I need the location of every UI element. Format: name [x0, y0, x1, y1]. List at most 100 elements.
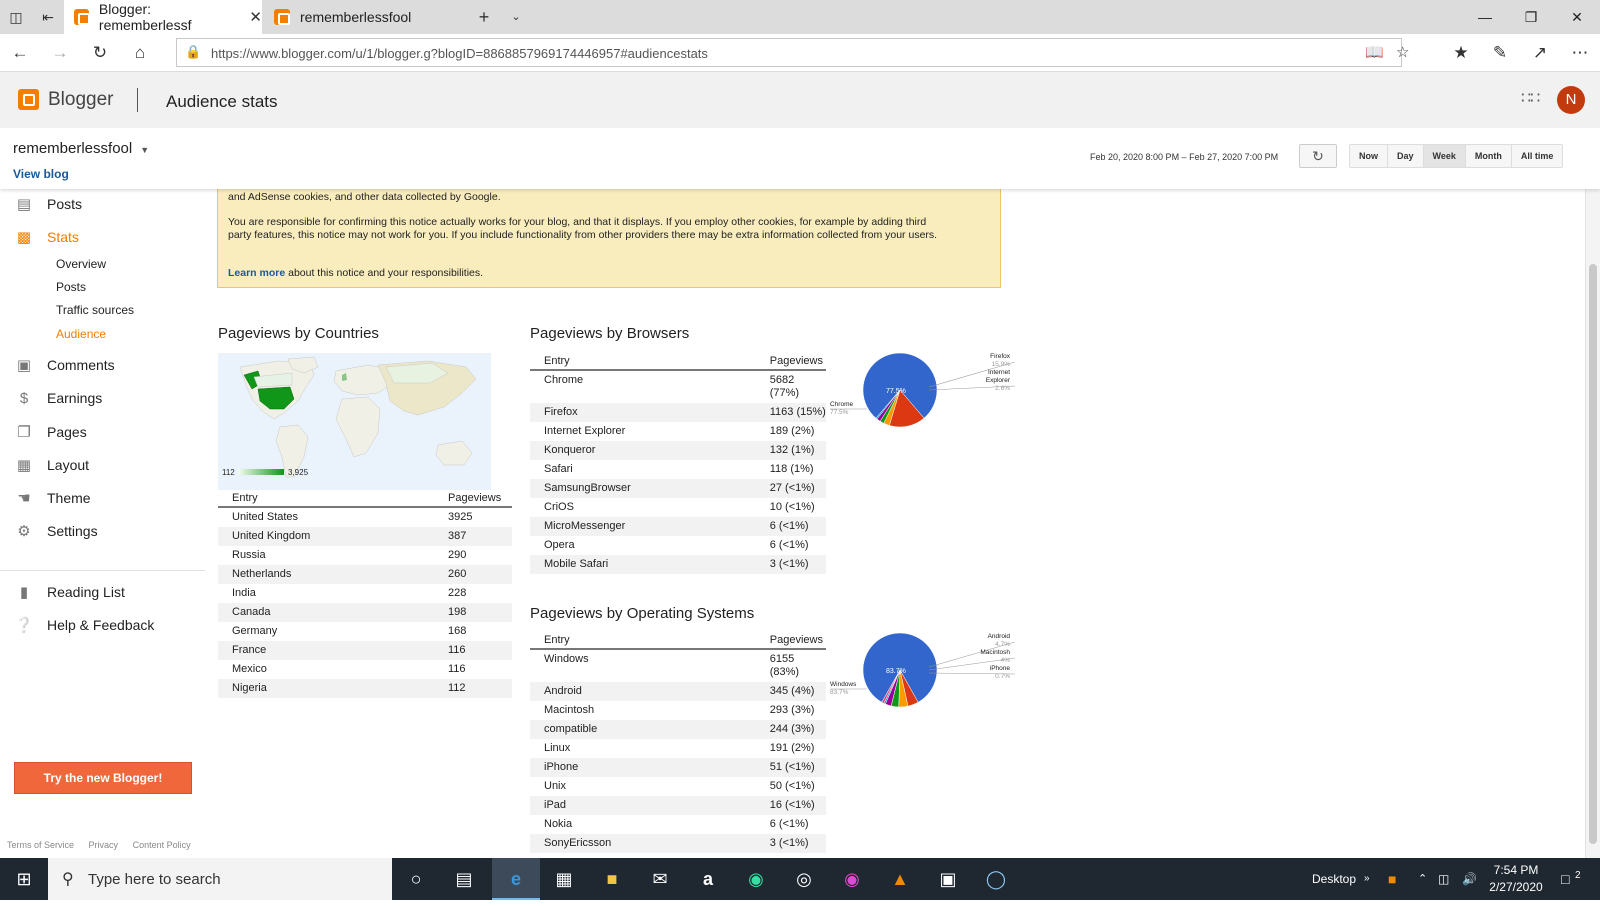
column-header-entry[interactable]: Entry — [218, 490, 434, 508]
edge-icon[interactable]: e — [492, 858, 540, 900]
table-row[interactable]: Nigeria 112 — [218, 679, 512, 698]
table-row[interactable]: India 228 — [218, 584, 512, 603]
sidebar-item-earnings[interactable]: $ Earnings — [0, 387, 102, 409]
pen-icon[interactable]: ✎ — [1489, 42, 1511, 64]
scrollbar-thumb[interactable] — [1589, 264, 1597, 844]
sidebar-item-help[interactable]: ❔ Help & Feedback — [0, 614, 155, 636]
sidebar-item-pages[interactable]: ❐ Pages — [0, 421, 86, 443]
table-row[interactable]: iPhone 51 (<1%) — [530, 758, 826, 777]
page-scrollbar[interactable] — [1585, 189, 1600, 858]
notifications-icon[interactable]: □ — [1561, 858, 1569, 900]
table-row[interactable]: iPad 16 (<1%) — [530, 796, 826, 815]
world-map[interactable]: 112 3,925 — [218, 353, 491, 490]
range-now-button[interactable]: Now — [1350, 145, 1388, 167]
column-header-pageviews[interactable]: Pageviews — [755, 632, 826, 650]
more-icon[interactable]: ⋯ — [1569, 42, 1591, 64]
table-row[interactable]: France 116 — [218, 641, 512, 660]
refresh-icon[interactable]: ↻ — [89, 42, 111, 64]
table-row[interactable]: Nokia 6 (<1%) — [530, 815, 826, 834]
sidebar-item-posts[interactable]: ▤ Posts — [0, 193, 82, 215]
content-policy-link[interactable]: Content Policy — [133, 840, 191, 850]
refresh-stats-button[interactable]: ↻ — [1299, 144, 1337, 168]
terms-link[interactable]: Terms of Service — [7, 840, 74, 850]
sidebar-subitem-overview[interactable]: Overview — [56, 257, 106, 271]
sidebar-item-layout[interactable]: ▦ Layout — [0, 454, 89, 476]
table-row[interactable]: Windows 6155 (83%) — [530, 649, 826, 682]
desktop-toolbar-label[interactable]: Desktop — [1312, 858, 1356, 900]
sidebar-subitem-traffic-sources[interactable]: Traffic sources — [56, 303, 134, 317]
range-alltime-button[interactable]: All time — [1511, 145, 1563, 167]
table-row[interactable]: Chrome 5682 (77%) — [530, 370, 826, 403]
table-row[interactable]: United Kingdom 387 — [218, 527, 512, 546]
paint-icon[interactable]: ◉ — [828, 858, 876, 900]
privacy-link[interactable]: Privacy — [89, 840, 119, 850]
sidebar-subitem-posts[interactable]: Posts — [56, 280, 86, 294]
tab-blog[interactable]: rememberlessfool — [264, 0, 464, 34]
table-row[interactable]: Mexico 116 — [218, 660, 512, 679]
avatar[interactable]: N — [1557, 86, 1585, 114]
favorites-icon[interactable]: ★ — [1450, 42, 1472, 64]
range-month-button[interactable]: Month — [1465, 145, 1512, 167]
tab-blogger-stats[interactable]: Blogger: rememberlessf ✕ — [64, 0, 262, 34]
chevron-down-icon[interactable]: ⌄ — [506, 7, 526, 27]
back-tab-icon[interactable]: ⇤ — [38, 7, 58, 27]
table-row[interactable]: United States 3925 — [218, 507, 512, 527]
table-row[interactable]: Internet Explorer 189 (2%) — [530, 422, 826, 441]
amazon-icon[interactable]: a — [684, 858, 732, 900]
table-row[interactable]: compatible 244 (3%) — [530, 720, 826, 739]
try-new-blogger-button[interactable]: Try the new Blogger! — [14, 762, 192, 794]
chevron-double-icon[interactable]: » — [1364, 858, 1370, 900]
store-icon[interactable]: ▦ — [540, 858, 588, 900]
table-row[interactable]: Linux 191 (2%) — [530, 739, 826, 758]
browsers-pie-chart[interactable]: 77.5%Chrome77.5%Firefox15.9%InternetExpl… — [830, 352, 1015, 452]
sidebar-item-settings[interactable]: ⚙ Settings — [0, 520, 97, 542]
table-row[interactable]: Macintosh 293 (3%) — [530, 701, 826, 720]
taskbar-search[interactable]: ⚲ Type here to search — [48, 858, 392, 900]
table-row[interactable]: Russia 290 — [218, 546, 512, 565]
tab-list-icon[interactable]: ◫ — [6, 7, 26, 27]
learn-more-link[interactable]: Learn more — [228, 267, 285, 279]
table-row[interactable]: Netherlands 260 — [218, 565, 512, 584]
reading-view-icon[interactable]: 📖 — [1365, 43, 1384, 61]
task-view-icon[interactable]: ○ — [392, 858, 440, 900]
paint3d-icon[interactable]: ◯ — [972, 858, 1020, 900]
table-row[interactable]: Mobile Safari 3 (<1%) — [530, 555, 826, 574]
table-row[interactable]: CriOS 10 (<1%) — [530, 498, 826, 517]
table-row[interactable]: Opera 6 (<1%) — [530, 536, 826, 555]
table-row[interactable]: Android 345 (4%) — [530, 682, 826, 701]
back-icon[interactable]: ← — [9, 42, 31, 64]
close-icon[interactable]: ✕ — [249, 8, 262, 26]
address-bar[interactable]: 🔒 https://www.blogger.com/u/1/blogger.g?… — [176, 38, 1409, 67]
file-explorer-icon[interactable]: ■ — [588, 858, 636, 900]
sidebar-subitem-audience[interactable]: Audience — [56, 327, 106, 341]
timeline-icon[interactable]: ▤ — [440, 858, 488, 900]
table-row[interactable]: MicroMessenger 6 (<1%) — [530, 517, 826, 536]
apps-grid-icon[interactable]: ∷∷ — [1521, 91, 1540, 107]
favorite-star-icon[interactable]: ☆ — [1396, 43, 1409, 61]
url-text[interactable]: https://www.blogger.com/u/1/blogger.g?bl… — [211, 46, 708, 61]
table-row[interactable]: SamsungBrowser 27 (<1%) — [530, 479, 826, 498]
view-blog-link[interactable]: View blog — [13, 167, 69, 181]
tripadvisor-icon[interactable]: ◉ — [732, 858, 780, 900]
column-header-entry[interactable]: Entry — [530, 353, 756, 371]
windows-start-icon[interactable]: ⊞ — [0, 858, 48, 900]
forward-icon[interactable]: → — [49, 42, 71, 64]
sidebar-item-reading-list[interactable]: ▮ Reading List — [0, 581, 125, 603]
volume-icon[interactable]: 🔊 — [1462, 858, 1477, 900]
table-row[interactable]: Unix 50 (<1%) — [530, 777, 826, 796]
blogger-logo-icon[interactable] — [18, 89, 39, 110]
minimize-icon[interactable]: — — [1462, 0, 1508, 34]
column-header-pageviews[interactable]: Pageviews — [434, 490, 512, 508]
mail-icon[interactable]: ✉ — [636, 858, 684, 900]
camera-app-icon[interactable]: ◎ — [780, 858, 828, 900]
table-row[interactable]: Germany 168 — [218, 622, 512, 641]
column-header-pageviews[interactable]: Pageviews — [755, 353, 826, 371]
table-row[interactable]: Firefox 1163 (15%) — [530, 403, 826, 422]
table-row[interactable]: Canada 198 — [218, 603, 512, 622]
table-row[interactable]: SonyEricsson 3 (<1%) — [530, 834, 826, 853]
screenshot-icon[interactable]: ▣ — [924, 858, 972, 900]
restore-icon[interactable]: ❐ — [1508, 0, 1554, 34]
vlc-icon[interactable]: ▲ — [876, 858, 924, 900]
sidebar-item-comments[interactable]: ▣ Comments — [0, 354, 115, 376]
blog-selector[interactable]: rememberlessfool ▼ — [13, 140, 149, 157]
